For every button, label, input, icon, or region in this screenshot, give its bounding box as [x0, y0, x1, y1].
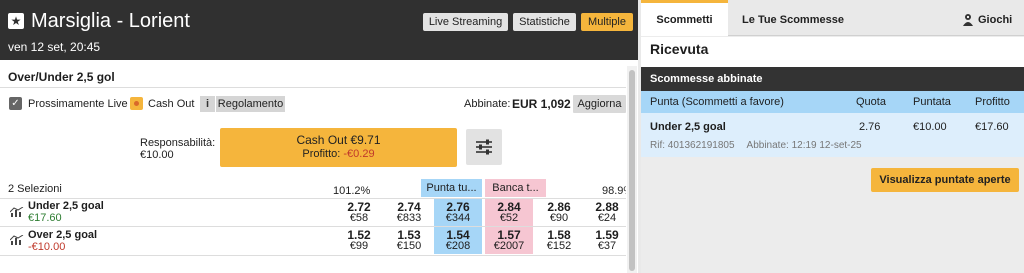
tab-bets[interactable]: Scommetti [641, 0, 728, 36]
multiples-button[interactable]: Multiple [581, 13, 633, 31]
lay-price-best[interactable]: 1.57 €2007 [485, 227, 533, 254]
event-date: ven 12 set, 20:45 [8, 40, 101, 54]
scrollbar-thumb[interactable] [629, 70, 635, 271]
tab-my-bets[interactable]: Le Tue Scommesse [728, 0, 858, 36]
price-size: €58 [349, 212, 369, 224]
tab-games-label: Giochi [978, 14, 1013, 26]
bet-matched-time: Abbinate: 12:19 12-set-25 [746, 140, 862, 151]
market-title: Over/Under 2,5 gol [8, 70, 115, 84]
price-size: €344 [445, 212, 471, 224]
divider [0, 87, 626, 88]
tab-games[interactable]: Giochi [961, 0, 1021, 36]
betslip-panel: Scommetti Le Tue Scommesse Giochi Ricevu… [641, 0, 1024, 273]
receipt-section: Ricevuta [641, 37, 1024, 67]
live-streaming-button[interactable]: Live Streaming [423, 13, 508, 31]
cashout-profit-value: -€0.29 [343, 148, 375, 160]
back-price-3[interactable]: 2.72 €58 [335, 200, 383, 225]
refresh-button[interactable]: Aggiorna [573, 95, 626, 113]
upcoming-live-label: Prossimamente Live [28, 98, 128, 110]
betslip-tabs: Scommetti Le Tue Scommesse Giochi [641, 0, 1024, 36]
back-price-best[interactable]: 1.54 €208 [434, 227, 482, 254]
lay-price-2[interactable]: 1.58 €152 [535, 228, 583, 253]
liability-value: €10.00 [140, 149, 174, 161]
back-price-best[interactable]: 2.76 €344 [434, 199, 482, 226]
divider [0, 255, 626, 256]
lay-price-3[interactable]: 2.88 €24 [583, 200, 631, 225]
price-size: €150 [396, 240, 422, 252]
bet-meta: Rif: 401362191805 Abbinate: 12:19 12-set-… [650, 140, 862, 151]
event-title: Marsiglia - Lorient [31, 10, 190, 32]
bet-selection: Under 2,5 goal [650, 121, 726, 133]
runner-profit-loss: -€10.00 [28, 241, 66, 253]
price-size: €90 [549, 212, 569, 224]
matched-bet-table: Punta (Scommetti a favore) Quota Puntata… [641, 91, 1024, 157]
price-size: €52 [499, 212, 519, 224]
lay-price-3[interactable]: 1.59 €37 [583, 228, 631, 253]
event-header: ★ Marsiglia - Lorient ven 12 set, 20:45 … [0, 0, 638, 60]
price-size: €24 [597, 212, 617, 224]
cashout-icon [130, 97, 143, 110]
price-size: €833 [396, 212, 422, 224]
matched-value: EUR 1,092 [512, 97, 571, 111]
bet-odds: 2.76 [859, 121, 881, 133]
cashout-settings-button[interactable] [466, 129, 502, 165]
bet-stake: €10.00 [913, 121, 947, 133]
chart-icon[interactable] [10, 235, 24, 246]
lay-price-2[interactable]: 2.86 €90 [535, 200, 583, 225]
cashout-button[interactable]: Cash Out €9.71 Profitto: -€0.29 [220, 128, 457, 167]
price-size: €2007 [493, 240, 525, 252]
back-overround: 101.2% [333, 185, 371, 197]
view-open-bets-button[interactable]: Visualizza puntate aperte [871, 168, 1019, 192]
rules-button[interactable]: Regolamento [216, 96, 285, 112]
lay-overround: 98.9% [602, 185, 626, 197]
lay-price-best[interactable]: 2.84 €52 [485, 199, 533, 226]
sliders-icon [476, 139, 492, 155]
back-all-header[interactable]: Punta tu... [421, 179, 482, 197]
star-icon[interactable]: ★ [8, 13, 24, 29]
header-odds: Quota [856, 96, 886, 108]
liability-label: Responsabilità: [140, 137, 216, 149]
receipt-title: Ricevuta [650, 41, 709, 57]
market-panel: ★ Marsiglia - Lorient ven 12 set, 20:45 … [0, 0, 638, 273]
statistics-button[interactable]: Statistiche [513, 13, 576, 31]
header-profit: Profitto [975, 96, 1010, 108]
cashout-amount: Cash Out €9.71 [296, 133, 381, 147]
games-icon [963, 14, 973, 26]
matched-bets-title: Scommesse abbinate [641, 67, 1024, 91]
runner-name: Over 2,5 goal [28, 229, 98, 241]
runner-profit-loss: €17.60 [28, 212, 62, 224]
price-size: €37 [597, 240, 617, 252]
price-size: €152 [546, 240, 572, 252]
info-icon[interactable]: i [200, 96, 215, 112]
bet-profit: €17.60 [975, 121, 1009, 133]
bet-table-header: Punta (Scommetti a favore) Quota Puntata… [641, 91, 1024, 113]
price-size: €208 [445, 240, 471, 252]
matched-label: Abbinate: [464, 98, 511, 110]
back-price-2[interactable]: 1.53 €150 [385, 228, 433, 253]
header-bet-type: Punta (Scommetti a favore) [650, 96, 784, 108]
checkbox-icon[interactable]: ✓ [9, 97, 22, 110]
cashout-profit-label: Profitto: [302, 148, 341, 160]
chart-icon[interactable] [10, 207, 24, 218]
back-price-3[interactable]: 1.52 €99 [335, 228, 383, 253]
runner-name: Under 2,5 goal [28, 200, 104, 212]
bet-reference: Rif: 401362191805 [650, 140, 735, 151]
lay-all-header[interactable]: Banca t... [485, 179, 546, 197]
back-price-2[interactable]: 2.74 €833 [385, 200, 433, 225]
selections-count: 2 Selezioni [8, 183, 62, 195]
cashout-label: Cash Out [148, 98, 195, 110]
price-size: €99 [349, 240, 369, 252]
header-stake: Puntata [913, 96, 951, 108]
cashout-profit: Profitto: -€0.29 [220, 148, 457, 160]
